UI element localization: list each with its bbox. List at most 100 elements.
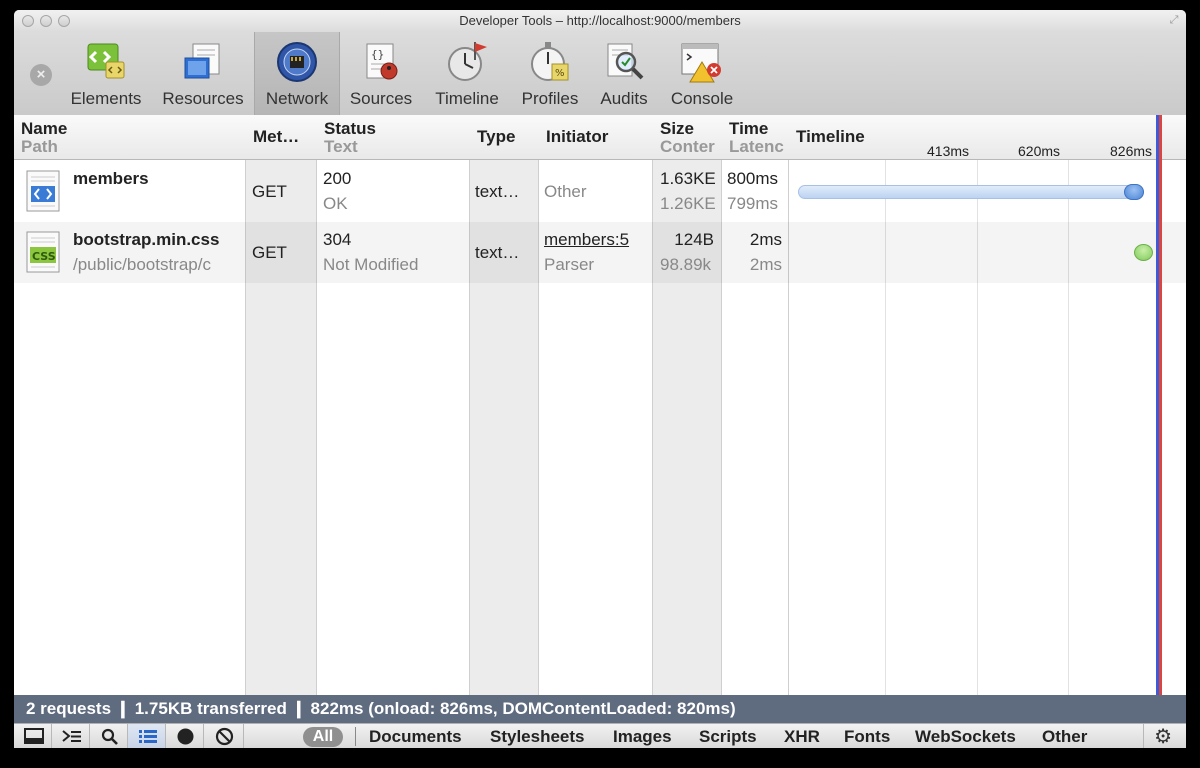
css-file-icon: CSS: [26, 231, 60, 273]
clear-icon: [215, 727, 234, 746]
zoom-window-button[interactable]: [58, 15, 70, 27]
dock-icon: [24, 728, 44, 744]
request-content-size: 1.26KE: [660, 194, 716, 213]
column-header-initiator[interactable]: Initiator: [539, 115, 652, 160]
tab-network[interactable]: Network: [254, 32, 340, 120]
filter-images[interactable]: Images: [613, 727, 672, 747]
svg-text:%: %: [555, 68, 565, 79]
timeline-tick: 826ms: [1110, 143, 1153, 159]
timeline-icon: [448, 42, 487, 81]
resources-icon: [184, 43, 220, 79]
tab-audits[interactable]: Audits: [594, 32, 654, 120]
request-path: /public/bootstrap/c: [73, 255, 211, 274]
tab-timeline[interactable]: Timeline: [426, 32, 508, 120]
filter-stylesheets[interactable]: Stylesheets: [490, 727, 585, 747]
request-name[interactable]: bootstrap.min.css: [73, 230, 243, 250]
html-file-icon: [26, 170, 60, 212]
request-status-text: OK: [323, 194, 348, 213]
filter-fonts[interactable]: Fonts: [844, 727, 890, 747]
load-marker: [1159, 115, 1162, 695]
search-button[interactable]: [90, 724, 128, 748]
request-content-size: 98.89k: [660, 255, 712, 274]
timeline-cache-marker[interactable]: [1134, 244, 1153, 261]
large-rows-toggle[interactable]: [128, 724, 166, 748]
request-method: GET: [252, 182, 287, 201]
request-status: 200: [323, 169, 352, 188]
title-bar: Developer Tools – http://localhost:9000/…: [14, 10, 1186, 32]
search-icon: [101, 728, 118, 745]
status-bar: All Documents Stylesheets Images Scripts…: [14, 723, 1186, 748]
svg-text:{}: {}: [371, 48, 384, 61]
elements-icon: [87, 43, 125, 79]
request-initiator: Other: [544, 182, 587, 201]
record-button[interactable]: [166, 724, 204, 748]
column-header-type[interactable]: Type: [470, 115, 538, 160]
console-icon: [681, 43, 721, 83]
filter-xhr[interactable]: XHR: [784, 727, 820, 747]
console-prompt-icon: [62, 730, 81, 742]
tab-resources-label: Resources: [162, 89, 244, 108]
list-view-icon: [139, 730, 157, 743]
tab-sources-label: Sources: [349, 89, 413, 108]
filter-documents[interactable]: Documents: [369, 727, 462, 747]
window-title: Developer Tools – http://localhost:9000/…: [459, 13, 741, 28]
request-latency: 2ms: [749, 255, 782, 274]
request-type: text…: [475, 243, 520, 262]
fullscreen-icon[interactable]: ⤢: [1168, 14, 1180, 26]
minimize-window-button[interactable]: [40, 15, 52, 27]
panel-toolbar: × Elements Resources Network {} Sources …: [14, 32, 1186, 120]
request-latency: 799ms: [727, 194, 779, 213]
profiles-icon: %: [531, 42, 569, 81]
table-row[interactable]: CSS bootstrap.min.css /public/bootstrap/…: [14, 222, 1186, 283]
request-type: text…: [475, 182, 520, 201]
tab-elements[interactable]: Elements: [66, 32, 146, 120]
tab-profiles[interactable]: % Profiles: [516, 32, 584, 120]
column-header-status[interactable]: Status Text: [317, 115, 469, 160]
request-size: 124B: [674, 230, 714, 249]
request-size: 1.63KE: [660, 169, 716, 188]
settings-gear-icon[interactable]: ⚙: [1154, 724, 1172, 748]
tab-console[interactable]: Console: [664, 32, 740, 120]
tab-elements-label: Elements: [70, 89, 142, 108]
column-header-size[interactable]: Size Conter: [653, 115, 715, 160]
request-status-text: Not Modified: [323, 255, 419, 274]
devtools-window: Developer Tools – http://localhost:9000/…: [14, 10, 1186, 748]
timeline-receive-marker: [1124, 184, 1144, 200]
filter-scripts[interactable]: Scripts: [699, 727, 757, 747]
tab-resources[interactable]: Resources: [158, 32, 248, 120]
close-devtools-icon[interactable]: ×: [30, 64, 52, 86]
request-name[interactable]: members: [73, 169, 243, 189]
filter-all[interactable]: All: [303, 727, 343, 747]
table-row[interactable]: members GET 200 OK text… Other 1.63KE 1.…: [14, 161, 1186, 222]
timeline-tick: 620ms: [1018, 143, 1061, 159]
request-method: GET: [252, 243, 287, 262]
timeline-tick: 413ms: [927, 143, 970, 159]
network-summary: 2 requests ❙ 1.75KB transferred ❙ 822ms …: [14, 695, 1186, 723]
clear-button[interactable]: [204, 724, 244, 748]
request-initiator-type: Parser: [544, 255, 595, 274]
tab-console-label: Console: [670, 89, 734, 108]
column-header-method[interactable]: Met…: [246, 115, 316, 160]
request-status: 304: [323, 230, 352, 249]
dock-toggle-button[interactable]: [14, 724, 52, 748]
request-time: 2ms: [749, 230, 782, 249]
filter-websockets[interactable]: WebSockets: [915, 727, 1016, 747]
console-drawer-button[interactable]: [52, 724, 90, 748]
sources-icon: {}: [366, 43, 398, 80]
tab-timeline-label: Timeline: [435, 89, 499, 108]
tab-sources[interactable]: {} Sources: [346, 32, 416, 120]
column-header-timeline[interactable]: Timeline 413ms 620ms 826ms: [789, 115, 1186, 160]
column-header-time[interactable]: Time Latenc: [722, 115, 784, 160]
close-window-button[interactable]: [22, 15, 34, 27]
filter-other[interactable]: Other: [1042, 727, 1087, 747]
network-icon: [277, 42, 317, 82]
svg-text:CSS: CSS: [32, 250, 56, 263]
column-header-name[interactable]: Name Path: [14, 115, 245, 160]
request-time: 800ms: [727, 169, 779, 188]
tab-network-label: Network: [265, 89, 329, 108]
audits-icon: [607, 43, 644, 80]
network-grid: Name Path Met… Status Text Type Initiato…: [14, 115, 1186, 695]
tab-audits-label: Audits: [600, 89, 648, 108]
timeline-bar[interactable]: [798, 185, 1144, 199]
request-initiator-link[interactable]: members:5: [544, 230, 648, 250]
